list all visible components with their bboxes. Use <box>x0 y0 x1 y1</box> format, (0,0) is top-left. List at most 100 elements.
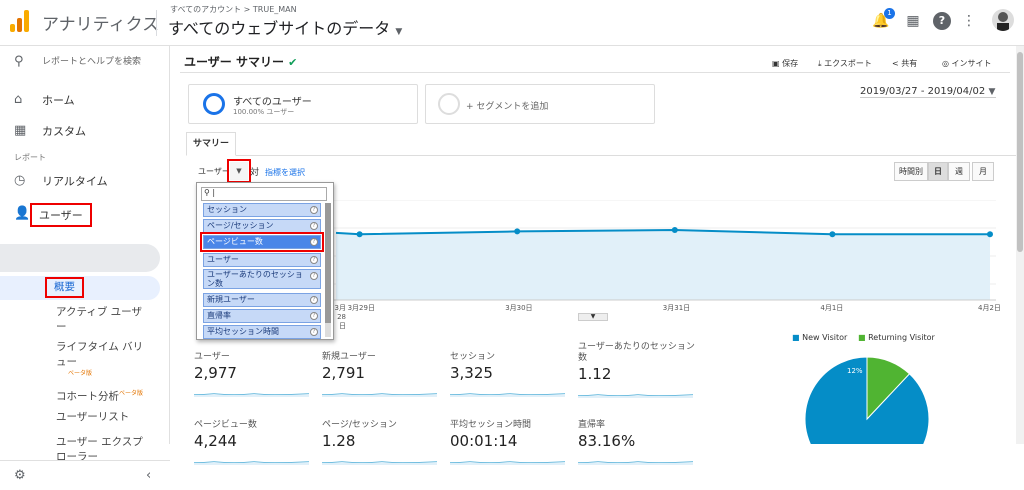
metric-card[interactable]: 平均セッション時間 00:01:14 <box>449 420 566 469</box>
metric-card[interactable]: セッション 3,325 <box>449 352 566 401</box>
metric-label: ユーザー <box>194 352 230 362</box>
sparkline <box>193 393 310 397</box>
metric-label: 新規ユーザー <box>322 352 376 362</box>
metric-selector-label[interactable]: ユーザー <box>198 166 230 177</box>
download-icon: ⤓ <box>818 59 822 68</box>
dropdown-option[interactable]: ユーザーあたりのセッション数? <box>203 269 321 289</box>
help-icon[interactable]: ? <box>310 256 318 264</box>
granularity-month[interactable]: 月 <box>972 162 994 181</box>
metric-card[interactable]: ページ/セッション 1.28 <box>321 420 438 469</box>
scrollbar[interactable] <box>325 203 331 337</box>
metric-value: 3,325 <box>450 364 493 382</box>
search-icon: ⚲ <box>14 54 24 69</box>
dashboard-icon: ▦ <box>14 123 27 138</box>
tab-summary[interactable]: サマリー <box>186 132 236 156</box>
page-scrollbar-thumb[interactable] <box>1017 52 1023 252</box>
help-icon[interactable]: ? <box>310 312 318 320</box>
option-label: ユーザー <box>207 255 239 264</box>
sparkline <box>321 393 438 397</box>
metric-value: 2,977 <box>194 364 237 382</box>
share-icon: < <box>892 59 899 68</box>
segment-name: すべてのユーザー <box>233 97 312 108</box>
dropdown-option[interactable]: ページビュー数? <box>200 232 324 252</box>
settings-icon[interactable]: ⚙ <box>14 468 26 483</box>
metric-value: 00:01:14 <box>450 432 518 450</box>
x-tick-label: 3月29日 <box>347 304 375 312</box>
export-button[interactable]: ⤓ エクスポート <box>818 58 872 69</box>
metric-dropdown-toggle[interactable]: ▼ <box>227 159 251 183</box>
metric-value: 83.16% <box>578 432 636 450</box>
metric-card[interactable]: ユーザーあたりのセッション数 1.12 <box>577 342 695 402</box>
save-button[interactable]: ▣ 保存 <box>772 58 798 69</box>
chevron-down-icon: ▼ <box>395 27 403 37</box>
granularity-week[interactable]: 週 <box>948 162 970 181</box>
segment-all-users[interactable]: すべてのユーザー 100.00% ユーザー <box>188 84 418 124</box>
x-tick-label: 3月31日 <box>662 304 691 312</box>
dropdown-option[interactable]: 新規ユーザー? <box>203 293 321 307</box>
sparkline <box>321 461 438 465</box>
granularity-day[interactable]: 日 <box>928 162 948 181</box>
data-point <box>829 231 836 238</box>
segment-sub: 100.00% ユーザー <box>233 108 295 116</box>
sparkline <box>449 461 566 465</box>
help-icon[interactable]: ? <box>310 238 318 246</box>
x-tick-label: 4月2日 <box>978 304 1001 312</box>
dropdown-option[interactable]: 直帰率? <box>203 309 321 323</box>
date-range-picker[interactable]: 2019/03/27 - 2019/04/02 ▼ <box>860 86 996 98</box>
sidebar-item-lifetime-value[interactable]: ライフタイム バリュー <box>56 340 146 370</box>
sidebar-item-cohort[interactable]: コホート分析ベータ版 <box>56 386 143 405</box>
chevron-down-icon: ▼ <box>988 87 996 97</box>
sidebar-item-user-list[interactable]: ユーザーリスト <box>56 410 129 425</box>
metric-card[interactable]: ユーザー 2,977 <box>193 352 310 401</box>
help-icon[interactable]: ? <box>310 206 318 214</box>
dropdown-option[interactable]: ユーザー? <box>203 253 321 267</box>
chevron-down-icon: ▼ <box>236 167 242 175</box>
chart-resize-handle[interactable]: ▼ <box>578 313 608 321</box>
share-button[interactable]: < 共有 <box>892 58 917 69</box>
metric-card[interactable]: 直帰率 83.16% <box>577 420 694 469</box>
add-segment-button[interactable]: + セグメントを追加 <box>425 84 655 124</box>
dropdown-option[interactable]: ページ/セッション? <box>203 219 321 233</box>
help-icon[interactable]: ? <box>310 222 318 230</box>
help-icon[interactable]: ? <box>933 12 951 30</box>
insight-button[interactable]: ◎ インサイト <box>942 58 992 69</box>
divider <box>180 72 1010 73</box>
breadcrumb[interactable]: すべてのアカウント > TRUE_MAN <box>170 4 297 15</box>
x-tick-label: 3月28日 <box>334 304 346 330</box>
more-vert-icon[interactable]: ⋮ <box>960 12 978 30</box>
metric-value: 2,791 <box>322 364 365 382</box>
add-segment-label: + セグメントを追加 <box>466 102 549 112</box>
save-icon: ▣ <box>772 59 780 68</box>
metric-card[interactable]: 新規ユーザー 2,791 <box>321 352 438 401</box>
view-selector[interactable]: すべてのウェブサイトのデータ ▼ <box>168 15 402 39</box>
dropdown-option[interactable]: 平均セッション時間? <box>203 325 321 339</box>
divider <box>156 10 157 36</box>
metric-dropdown: ⚲ | セッション? ページ/セッション? ページビュー数? ユーザー? ユーザーあたり… <box>196 182 334 340</box>
sidebar-item-active-users[interactable]: アクティブ ユーザー <box>56 305 146 335</box>
analytics-logo-icon[interactable] <box>10 10 32 32</box>
scrollbar-thumb[interactable] <box>325 203 331 323</box>
pie-label: 12% <box>847 367 863 375</box>
metric-card[interactable]: ページビュー数 4,244 <box>193 420 310 469</box>
metric-label: ページビュー数 <box>194 420 257 430</box>
dropdown-option[interactable]: セッション? <box>203 203 321 217</box>
help-icon[interactable]: ? <box>310 272 318 280</box>
choose-metric-link[interactable]: 指標を選択 <box>265 167 305 178</box>
x-tick-label: 3月30日 <box>505 304 533 312</box>
apps-grid-icon[interactable]: ▦ <box>904 12 922 30</box>
data-point <box>987 231 993 238</box>
beta-badge: ベータ版 <box>68 370 93 377</box>
help-icon[interactable]: ? <box>310 296 318 304</box>
sparkline <box>577 461 694 465</box>
collapse-icon[interactable]: ‹ <box>146 468 151 483</box>
help-icon[interactable]: ? <box>310 328 318 336</box>
page-scrollbar[interactable] <box>1016 46 1024 444</box>
notification-badge: 1 <box>884 8 895 19</box>
granularity-hourly[interactable]: 時間別 <box>894 162 928 181</box>
option-label: 平均セッション時間 <box>207 327 279 336</box>
option-label: セッション <box>207 205 247 214</box>
dropdown-search-input[interactable]: ⚲ | <box>201 187 327 201</box>
view-title: すべてのウェブサイトのデータ <box>168 19 391 38</box>
avatar[interactable] <box>992 9 1014 31</box>
sidebar-item-overview[interactable]: 概要 <box>45 277 84 298</box>
